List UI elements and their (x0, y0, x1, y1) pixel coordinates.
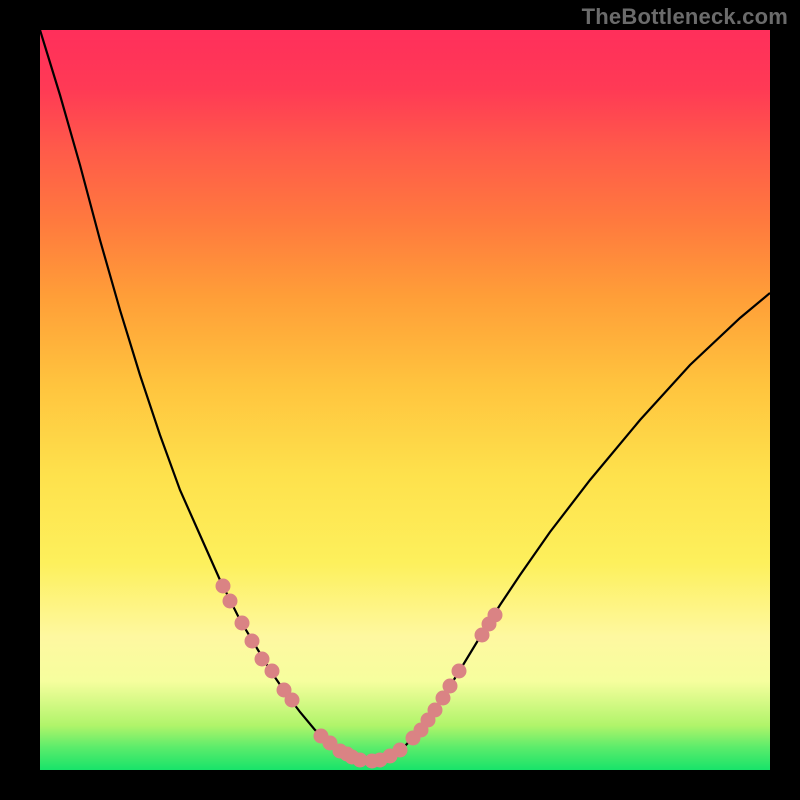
chart-frame: TheBottleneck.com (0, 0, 800, 800)
data-point (452, 664, 467, 679)
bottleneck-curve (40, 30, 770, 761)
data-point (393, 743, 408, 758)
data-point (235, 616, 250, 631)
data-point (223, 594, 238, 609)
data-point (245, 634, 260, 649)
data-point (488, 608, 503, 623)
data-point (285, 693, 300, 708)
data-markers (216, 579, 503, 769)
data-point (265, 664, 280, 679)
plot-area (40, 30, 770, 770)
chart-svg (40, 30, 770, 770)
watermark-text: TheBottleneck.com (582, 4, 788, 30)
data-point (216, 579, 231, 594)
data-point (443, 679, 458, 694)
data-point (255, 652, 270, 667)
